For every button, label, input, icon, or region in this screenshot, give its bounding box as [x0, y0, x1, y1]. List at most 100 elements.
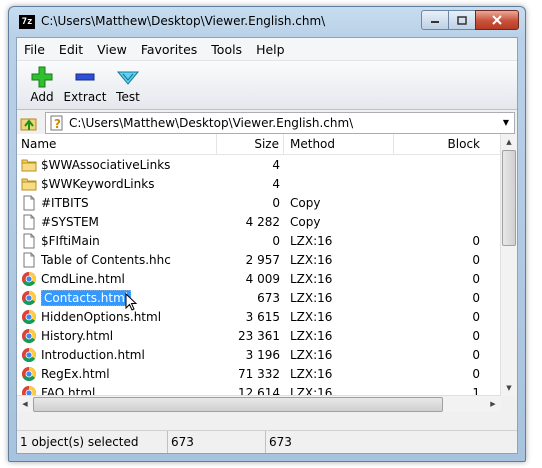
file-method: Copy [290, 214, 321, 229]
scroll-left-icon[interactable]: ◀ [17, 396, 33, 412]
up-folder-icon [20, 118, 37, 130]
extract-label: Extract [63, 90, 107, 104]
file-name-cell: $WWKeywordLinks [17, 176, 217, 192]
scroll-up-icon[interactable]: ▲ [501, 134, 517, 150]
file-name-cell: Contacts.html [17, 288, 217, 311]
menu-favorites[interactable]: Favorites [134, 42, 204, 57]
file-size: 0 [272, 233, 280, 248]
file-row[interactable]: Introduction.html 3 196 LZX:16 0 [17, 345, 501, 364]
file-method: LZX:16 [290, 366, 333, 381]
file-size: 3 196 [245, 347, 280, 362]
chrome-icon [21, 366, 37, 382]
horizontal-scroll-thumb[interactable] [33, 397, 443, 412]
vertical-scroll-thumb[interactable] [502, 150, 516, 246]
file-name-cell: $WWAssociativeLinks [17, 157, 217, 173]
file-size: 3 615 [245, 309, 280, 324]
folder-icon [21, 157, 37, 173]
file-rows: $WWAssociativeLinks 4 $WWKeywordLinks 4 #ITB… [17, 155, 501, 402]
file-row[interactable]: #ITBITS 0 Copy [17, 193, 501, 212]
file-name: RegEx.html [41, 366, 110, 381]
file-size: 71 332 [238, 366, 280, 381]
file-size: 4 282 [245, 214, 280, 229]
file-row[interactable]: Table of Contents.hhc 2 957 LZX:16 0 [17, 250, 501, 269]
file-row[interactable]: $FIftiMain 0 LZX:16 0 [17, 231, 501, 250]
file-method: LZX:16 [290, 309, 333, 324]
minus-icon [73, 65, 97, 89]
address-combobox[interactable]: ? C:\Users\Matthew\Desktop\Viewer.Englis… [45, 111, 515, 134]
7zip-app-icon[interactable]: 7z [19, 15, 35, 29]
file-name: Table of Contents.hhc [41, 252, 171, 267]
file-name: History.html [41, 328, 114, 343]
column-name[interactable]: Name [17, 134, 217, 154]
file-row[interactable]: History.html 23 361 LZX:16 0 [17, 326, 501, 345]
file-block: 0 [472, 347, 480, 362]
chrome-icon [21, 328, 37, 344]
scroll-right-icon[interactable]: ▶ [485, 396, 501, 412]
status-selection: 1 object(s) selected [17, 431, 168, 453]
menu-help[interactable]: Help [249, 42, 292, 57]
extract-button[interactable]: Extract [63, 61, 107, 104]
plus-icon [30, 65, 54, 89]
folder-icon [21, 176, 37, 192]
minimize-button[interactable] [421, 10, 448, 30]
test-label: Test [116, 90, 140, 104]
file-name-cell: Table of Contents.hhc [17, 252, 217, 268]
file-row[interactable]: $WWAssociativeLinks 4 [17, 155, 501, 174]
file-name: CmdLine.html [41, 271, 125, 286]
file-size: 673 [257, 290, 280, 305]
file-name: Introduction.html [41, 347, 145, 362]
file-row[interactable]: Contacts.html 673 LZX:16 0 [17, 288, 501, 311]
scroll-down-icon[interactable]: ▼ [501, 380, 517, 396]
menu-edit[interactable]: Edit [52, 42, 90, 57]
chrome-icon [21, 290, 37, 306]
file-block: 0 [472, 271, 480, 286]
menu-bar: File Edit View Favorites Tools Help [17, 38, 517, 61]
file-method: LZX:16 [290, 290, 333, 305]
column-size[interactable]: Size [217, 134, 284, 154]
file-row[interactable]: $WWKeywordLinks 4 [17, 174, 501, 193]
chm-file-icon: ? [50, 115, 63, 131]
horizontal-scrollbar[interactable]: ◀ ▶ [17, 395, 501, 412]
file-name-cell: #ITBITS [17, 195, 217, 211]
file-size: 2 957 [245, 252, 280, 267]
menu-view[interactable]: View [90, 42, 134, 57]
file-row[interactable]: HiddenOptions.html 3 615 LZX:16 0 [17, 307, 501, 326]
chevron-down-icon[interactable]: ▼ [498, 118, 514, 127]
status-size: 673 [168, 431, 266, 453]
file-name: #SYSTEM [41, 214, 99, 229]
up-folder-button[interactable] [17, 112, 41, 134]
add-button[interactable]: Add [21, 61, 63, 104]
column-block[interactable]: Block [394, 134, 484, 154]
menu-tools[interactable]: Tools [204, 42, 249, 57]
file-method: LZX:16 [290, 252, 333, 267]
column-method[interactable]: Method [284, 134, 394, 154]
file-row[interactable]: #SYSTEM 4 282 Copy [17, 212, 501, 231]
file-size: 0 [272, 195, 280, 210]
file-list: Name Size Method Block $WWAssociativeLin… [17, 134, 517, 412]
file-row[interactable]: RegEx.html 71 332 LZX:16 0 [17, 364, 501, 383]
chrome-icon [21, 347, 37, 363]
caption-buttons [421, 10, 519, 30]
file-row[interactable]: CmdLine.html 4 009 LZX:16 0 [17, 269, 501, 288]
vertical-scrollbar[interactable]: ▲ ▼ [500, 134, 517, 396]
maximize-button[interactable] [448, 10, 475, 30]
file-name: $WWKeywordLinks [41, 176, 155, 191]
file-icon [21, 233, 37, 249]
test-button[interactable]: Test [107, 61, 149, 104]
scroll-corner [501, 396, 517, 412]
address-bar: ? C:\Users\Matthew\Desktop\Viewer.Englis… [17, 110, 517, 136]
close-button[interactable] [475, 10, 519, 30]
file-name: $FIftiMain [41, 233, 100, 248]
archive-window: 7z C:\Users\Matthew\Desktop\Viewer.Engli… [8, 6, 526, 462]
status-packed-size: 673 [269, 435, 292, 449]
file-name: $WWAssociativeLinks [41, 157, 171, 172]
check-icon [116, 65, 140, 89]
file-name-cell: RegEx.html [17, 366, 217, 382]
address-path: C:\Users\Matthew\Desktop\Viewer.English.… [69, 115, 354, 130]
file-size: 23 361 [238, 328, 280, 343]
menu-file[interactable]: File [17, 42, 52, 57]
file-icon [21, 214, 37, 230]
add-label: Add [30, 90, 54, 104]
window-title: C:\Users\Matthew\Desktop\Viewer.English.… [41, 14, 326, 28]
title-bar[interactable]: 7z C:\Users\Matthew\Desktop\Viewer.Engli… [9, 7, 525, 37]
